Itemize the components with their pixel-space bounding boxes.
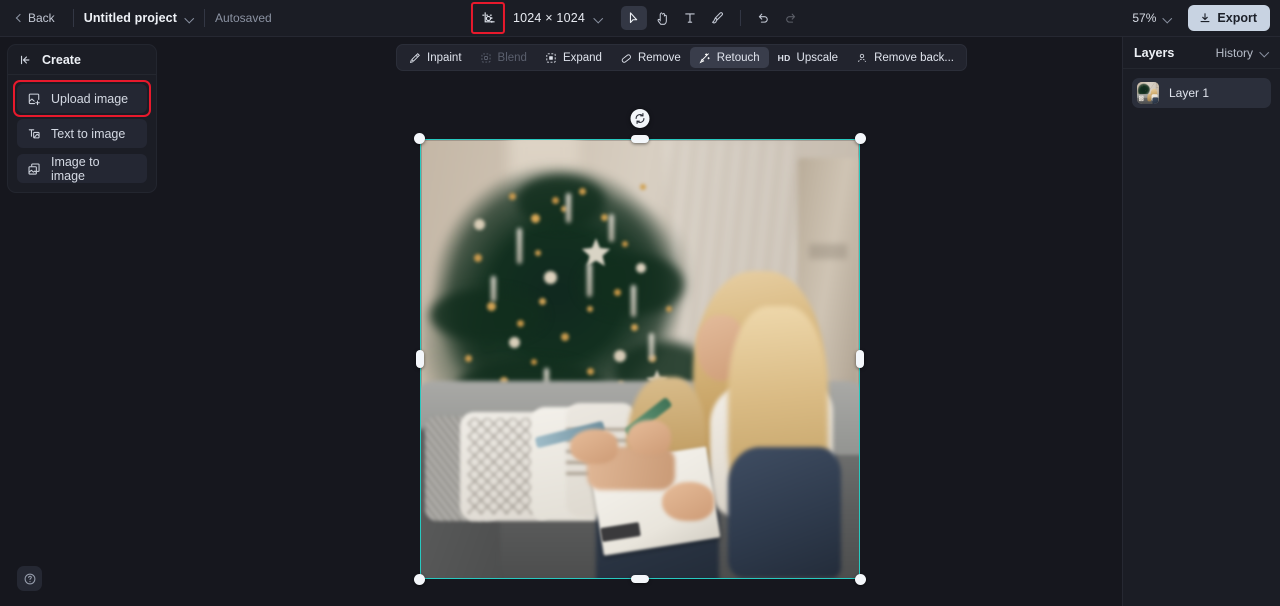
selected-image-frame[interactable] xyxy=(414,109,866,585)
canvas-area[interactable]: Inpaint Blend Expand Remove Retouch HD U… xyxy=(0,37,1122,606)
redo-button[interactable] xyxy=(778,6,804,30)
blend-button[interactable]: Blend xyxy=(471,47,536,68)
brush-tool[interactable] xyxy=(705,6,731,30)
chevron-down-icon xyxy=(1260,48,1269,57)
back-button-label: Back xyxy=(28,11,55,25)
export-button-label: Export xyxy=(1217,11,1257,25)
download-icon xyxy=(1200,13,1210,23)
layer-row[interactable]: Layer 1 xyxy=(1132,78,1271,108)
chevron-down-icon[interactable] xyxy=(1163,14,1172,23)
divider xyxy=(72,9,74,27)
upload-image-icon xyxy=(28,93,40,105)
rotate-handle[interactable] xyxy=(630,109,650,128)
expand-button[interactable]: Expand xyxy=(536,47,611,68)
resize-handle-bottom-left[interactable] xyxy=(414,574,425,585)
back-button[interactable]: Back xyxy=(10,7,63,29)
canvas-image[interactable] xyxy=(420,139,860,579)
layer-name: Layer 1 xyxy=(1169,86,1210,100)
remove-label: Remove xyxy=(637,51,681,64)
sidebar-title: Create xyxy=(42,52,81,67)
canvas-size-value: 1024 × 1024 xyxy=(512,11,586,25)
header-left-group: Back Untitled project Autosaved xyxy=(0,0,272,36)
resize-handle-left[interactable] xyxy=(416,350,424,368)
header-center-group: 1024 × 1024 xyxy=(470,0,804,36)
divider xyxy=(203,9,205,27)
history-tab-label: History xyxy=(1215,45,1253,60)
layer-thumbnail xyxy=(1137,82,1159,104)
retouch-sparkle-icon xyxy=(699,52,710,63)
resize-handle-bottom-right[interactable] xyxy=(855,574,866,585)
hd-badge-icon: HD xyxy=(777,52,791,63)
blend-label: Blend xyxy=(497,51,527,64)
image-hand xyxy=(569,429,619,465)
sidebar-item-label: Text to image xyxy=(51,126,126,141)
question-mark-circle-icon xyxy=(24,573,35,584)
sidebar-item-label: Upload image xyxy=(51,91,129,106)
text-to-image-icon xyxy=(28,128,40,138)
header-right-group: 57% Export xyxy=(1128,0,1270,36)
layers-panel-header: Layers History xyxy=(1123,37,1280,69)
zoom-control[interactable]: 57% xyxy=(1128,8,1176,28)
inpaint-label: Inpaint xyxy=(427,51,462,64)
retouch-label: Retouch xyxy=(716,51,760,64)
sidebar-item-image-to-image[interactable]: Image to image xyxy=(17,154,147,183)
layers-list: Layer 1 xyxy=(1123,69,1280,108)
canvas-action-toolbar: Inpaint Blend Expand Remove Retouch HD U… xyxy=(396,44,967,71)
chevron-left-icon xyxy=(14,14,23,23)
image-star-ornament xyxy=(581,238,610,267)
rotate-handle-icon xyxy=(635,112,645,125)
sidebar-item-list: Upload image Text to image Image to imag… xyxy=(8,75,156,183)
chevron-down-icon[interactable] xyxy=(185,14,194,23)
blend-square-icon xyxy=(481,52,491,63)
image-hand xyxy=(626,420,671,456)
inpaint-button[interactable]: Inpaint xyxy=(400,47,471,68)
resize-handle-top-right[interactable] xyxy=(855,133,866,144)
remove-background-button[interactable]: Remove back... xyxy=(847,47,963,68)
sidebar-item-label: Image to image xyxy=(50,154,100,183)
help-button[interactable] xyxy=(17,566,42,591)
resize-handle-top-left[interactable] xyxy=(414,133,425,144)
undo-button[interactable] xyxy=(750,6,776,30)
create-sidebar: Create Upload image Text to image Image … xyxy=(7,44,157,193)
autosaved-status: Autosaved xyxy=(214,11,272,25)
image-woman-jeans xyxy=(727,446,842,578)
expand-label: Expand xyxy=(562,51,602,64)
remove-background-label: Remove back... xyxy=(874,51,954,64)
retouch-button[interactable]: Retouch xyxy=(689,47,769,68)
upscale-label: Upscale xyxy=(796,51,839,64)
tool-row xyxy=(621,6,804,30)
layers-panel: Layers History Layer 1 xyxy=(1122,37,1280,606)
sidebar-header[interactable]: Create xyxy=(8,45,156,75)
remove-background-person-icon xyxy=(858,53,866,62)
project-name[interactable]: Untitled project xyxy=(84,11,177,25)
collapse-panel-icon xyxy=(20,55,30,64)
remove-button[interactable]: Remove xyxy=(611,47,690,68)
upscale-button[interactable]: HD Upscale xyxy=(769,47,847,68)
select-tool[interactable] xyxy=(621,6,648,30)
zoom-level-value: 57% xyxy=(1132,11,1157,25)
export-button[interactable]: Export xyxy=(1188,5,1270,31)
eraser-icon xyxy=(621,53,631,63)
image-to-image-icon xyxy=(28,162,40,175)
resize-handle-bottom[interactable] xyxy=(631,575,649,583)
image-hand xyxy=(661,481,715,522)
chevron-down-icon[interactable] xyxy=(594,14,603,23)
pan-tool[interactable] xyxy=(649,6,675,30)
text-tool[interactable] xyxy=(677,6,703,30)
resize-handle-top[interactable] xyxy=(631,135,649,143)
crop-resize-icon[interactable] xyxy=(470,2,505,34)
app-header: Back Untitled project Autosaved 1024 × 1… xyxy=(0,0,1280,37)
layers-panel-title: Layers xyxy=(1134,45,1175,60)
sidebar-item-text-to-image[interactable]: Text to image xyxy=(17,119,147,148)
sidebar-item-upload-image[interactable]: Upload image xyxy=(13,80,151,117)
history-tab[interactable]: History xyxy=(1216,46,1269,60)
resize-handle-right[interactable] xyxy=(856,350,864,368)
expand-frame-icon xyxy=(546,52,556,63)
magic-wand-icon xyxy=(410,52,420,63)
divider xyxy=(740,10,742,26)
